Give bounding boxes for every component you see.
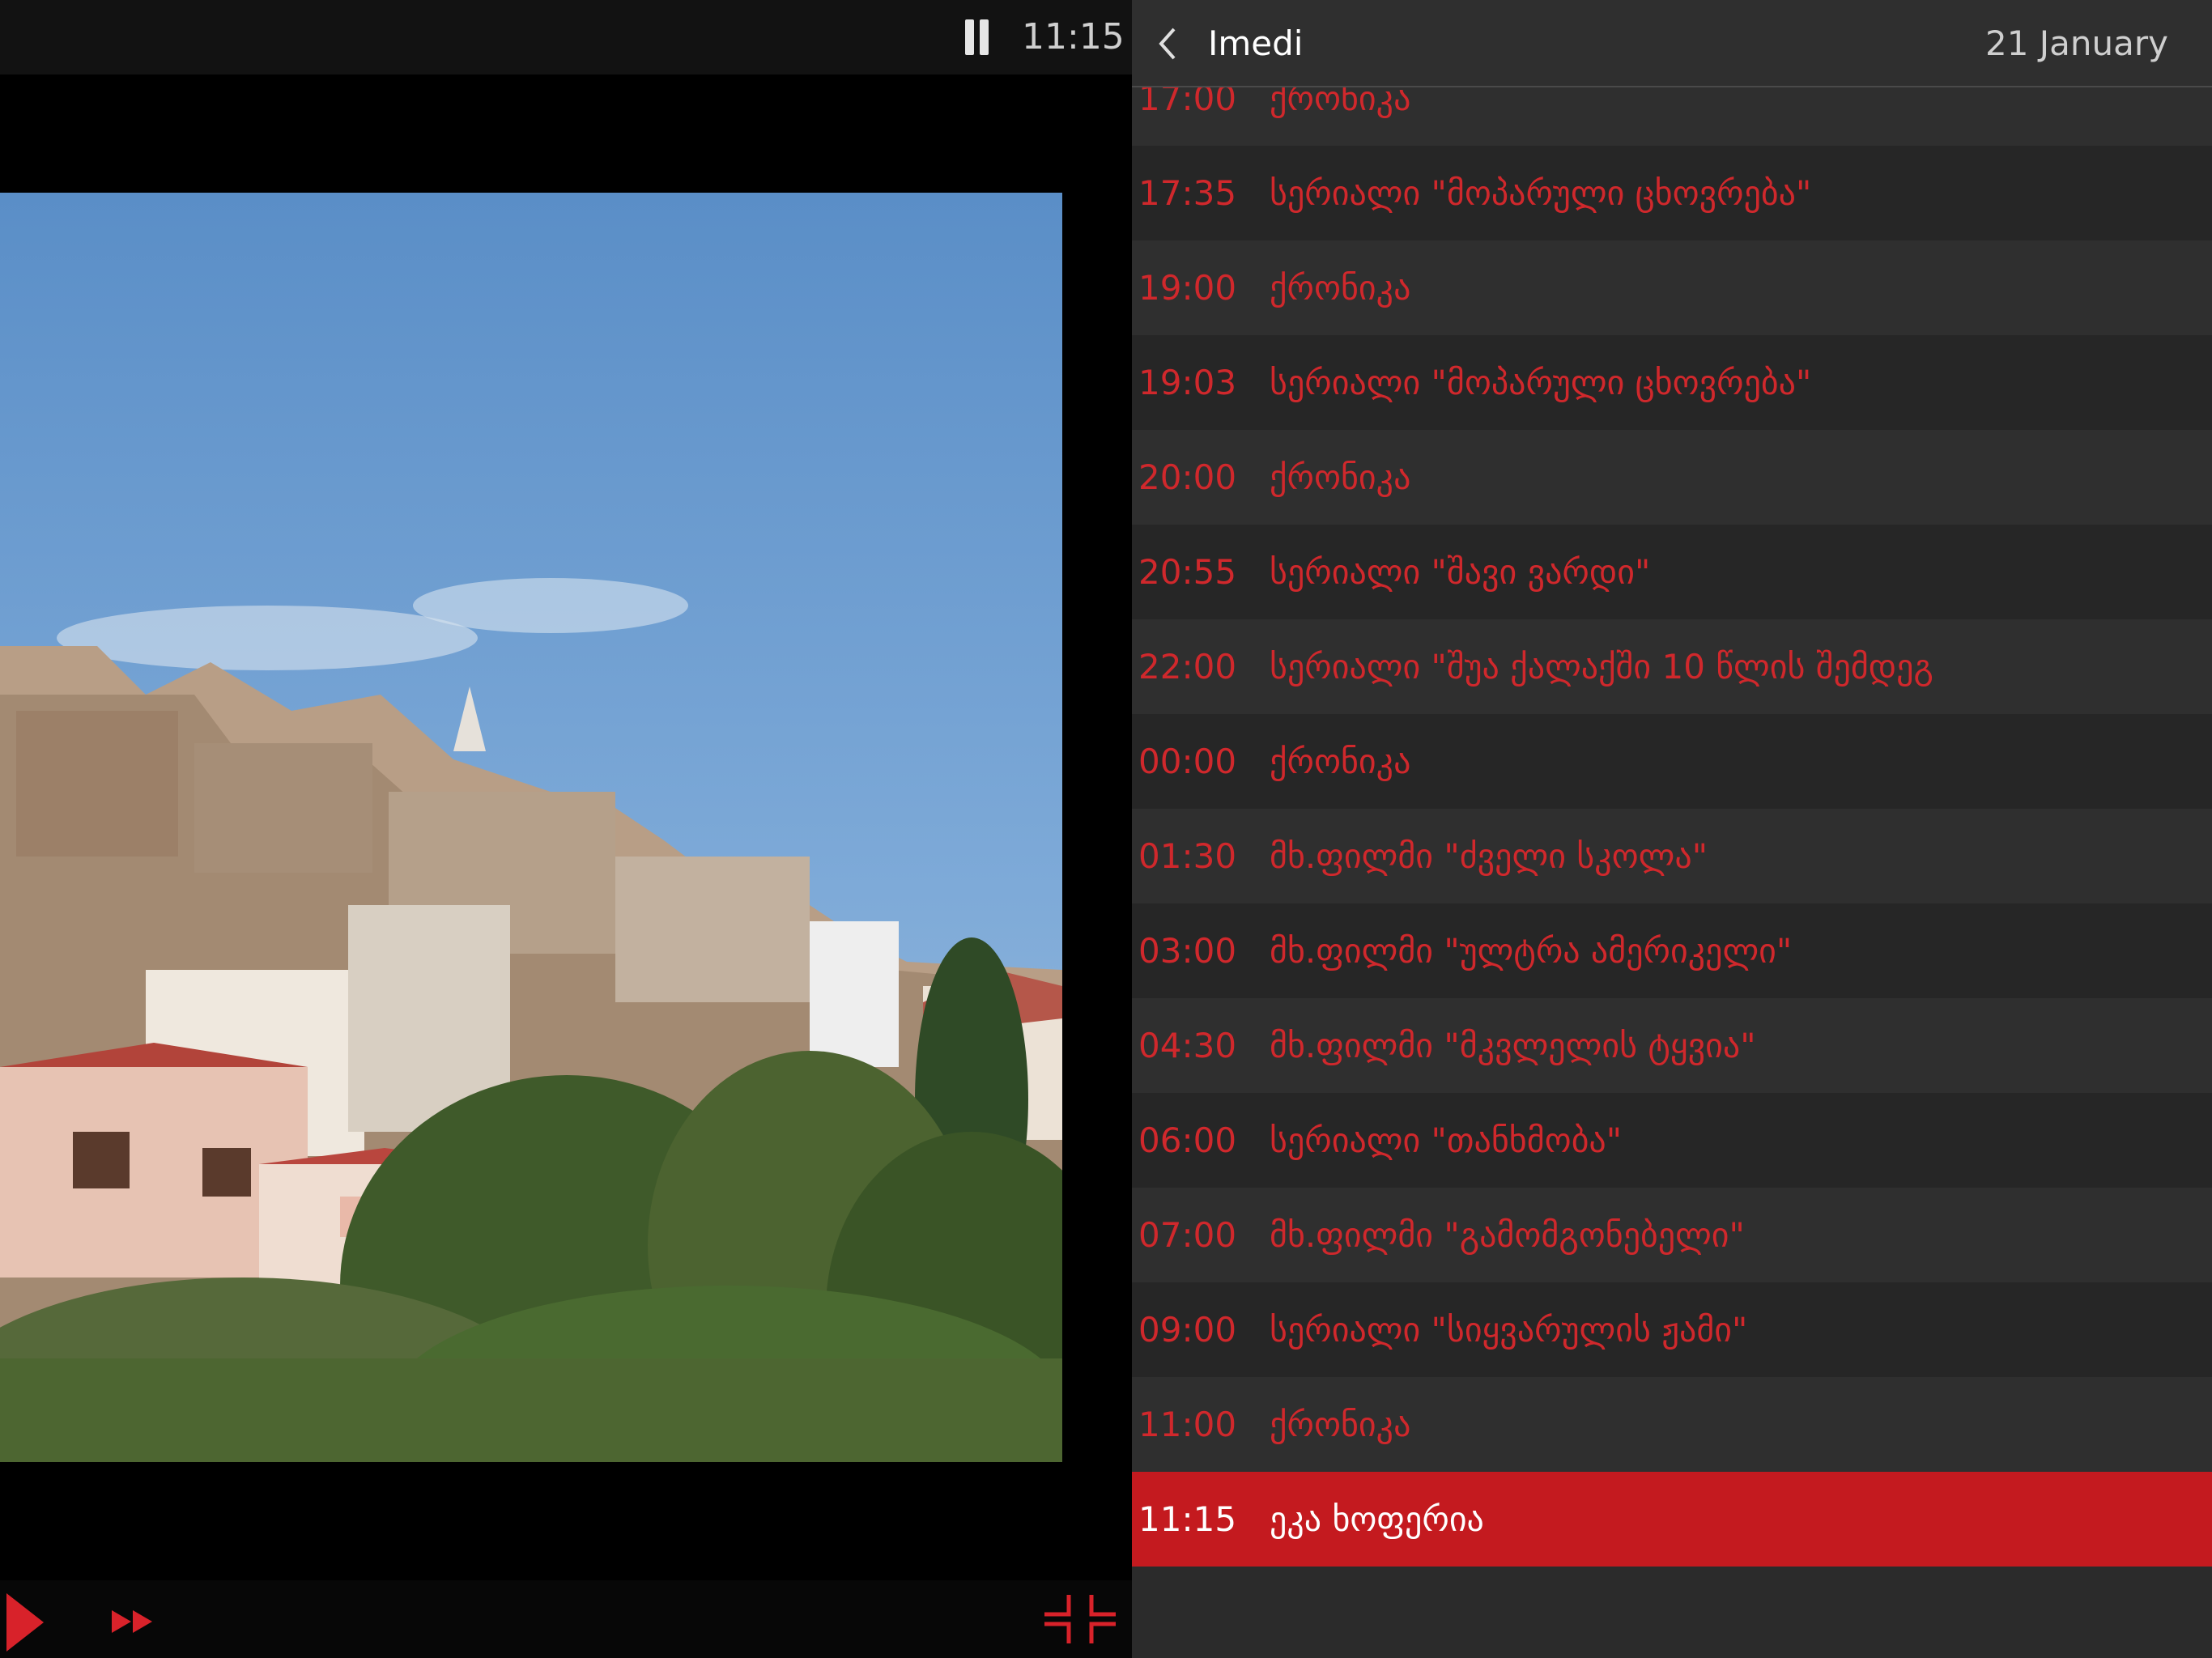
program-row[interactable]: 07:00 მხ.ფილმი "გამომგონებელი" <box>1132 1188 2212 1282</box>
program-time: 11:15 <box>1138 1499 1237 1539</box>
program-time: 09:00 <box>1138 1310 1237 1350</box>
program-row[interactable]: 04:30 მხ.ფილმი "მკვლელის ტყვია" <box>1132 998 2212 1093</box>
program-title: ეკა ხოფერია <box>1270 1499 1484 1539</box>
program-time: 11:00 <box>1138 1405 1237 1444</box>
program-time: 01:30 <box>1138 836 1237 876</box>
program-title: ქრონიკა <box>1270 268 1411 308</box>
program-title: ქრონიკა <box>1270 742 1411 781</box>
program-time: 07:00 <box>1138 1215 1237 1255</box>
program-title: მხ.ფილმი "ძველი სკოლა" <box>1270 836 1708 876</box>
program-title: მხ.ფილმი "გამომგონებელი" <box>1270 1215 1745 1255</box>
program-row[interactable]: 09:00 სერიალი "სიყვარულის ჟამი" <box>1132 1282 2212 1377</box>
program-row[interactable]: 22:00 სერიალი "შუა ქალაქში 10 წლის შემდეგ <box>1132 619 2212 714</box>
program-row[interactable]: 06:00 სერიალი "თანხმობა" <box>1132 1093 2212 1188</box>
program-title: მხ.ფილმი "მკვლელის ტყვია" <box>1270 1026 1756 1065</box>
program-time: 20:00 <box>1138 457 1237 497</box>
video-frame[interactable] <box>0 193 1062 1462</box>
program-row[interactable]: 19:00 ქრონიკა <box>1132 240 2212 335</box>
program-row[interactable]: 20:55 სერიალი "შავი ვარდი" <box>1132 525 2212 619</box>
program-row[interactable]: 20:00 ქრონიკა <box>1132 430 2212 525</box>
program-title: სერიალი "მოპარული ცხოვრება" <box>1270 173 1812 213</box>
pause-icon <box>965 19 974 55</box>
program-title: ქრონიკა <box>1270 457 1411 497</box>
video-player[interactable]: 11:15 <box>0 0 1132 1658</box>
player-bottom-bar <box>0 1580 1132 1658</box>
program-row[interactable]: 01:30 მხ.ფილმი "ძველი სკოლა" <box>1132 809 2212 903</box>
program-row[interactable]: 11:00 ქრონიკა <box>1132 1377 2212 1472</box>
program-schedule: Imedi 21 January 16:00სერიალი "თანხმობა"… <box>1132 0 2212 1658</box>
program-list[interactable]: 16:00სერიალი "თანხმობა"17:00ქრონიკა17:35… <box>1132 0 2212 1567</box>
program-row-current[interactable]: 11:15 ეკა ხოფერია <box>1132 1472 2212 1567</box>
program-row[interactable]: 00:00 ქრონიკა <box>1132 714 2212 809</box>
program-time: 22:00 <box>1138 647 1237 687</box>
player-top-bar: 11:15 <box>0 0 1132 74</box>
program-time: 19:03 <box>1138 363 1237 402</box>
pause-button[interactable] <box>962 19 991 55</box>
player-clock: 11:15 <box>1022 16 1125 57</box>
program-time: 20:55 <box>1138 552 1237 592</box>
video-still-image <box>0 193 1062 1462</box>
program-title: სერიალი "შავი ვარდი" <box>1270 552 1651 592</box>
program-row[interactable]: 03:00 მხ.ფილმი "ულტრა ამერიკელი" <box>1132 903 2212 998</box>
program-title: მხ.ფილმი "ულტრა ამერიკელი" <box>1270 931 1793 971</box>
program-time: 04:30 <box>1138 1026 1237 1065</box>
program-row[interactable]: 17:35 სერიალი "მოპარული ცხოვრება" <box>1132 146 2212 240</box>
program-title: ქრონიკა <box>1270 1405 1411 1444</box>
program-time: 17:35 <box>1138 173 1237 213</box>
program-time: 06:00 <box>1138 1120 1237 1160</box>
fast-forward-icon[interactable] <box>112 1607 157 1636</box>
schedule-header: Imedi 21 January <box>1132 0 2212 87</box>
channel-name: Imedi <box>1208 23 1304 63</box>
program-row[interactable]: 19:03 სერიალი "მოპარული ცხოვრება" <box>1132 335 2212 430</box>
schedule-date: 21 January <box>1984 23 2168 63</box>
program-title: სერიალი "სიყვარულის ჟამი" <box>1270 1310 1748 1350</box>
program-time: 03:00 <box>1138 931 1237 971</box>
program-title: სერიალი "შუა ქალაქში 10 წლის შემდეგ <box>1270 647 1933 687</box>
play-icon[interactable] <box>6 1593 44 1652</box>
exit-fullscreen-icon[interactable] <box>1043 1592 1117 1647</box>
program-title: სერიალი "თანხმობა" <box>1270 1120 1623 1160</box>
program-time: 00:00 <box>1138 742 1237 781</box>
program-title: სერიალი "მოპარული ცხოვრება" <box>1270 363 1812 402</box>
program-time: 19:00 <box>1138 268 1237 308</box>
chevron-left-icon[interactable] <box>1151 23 1184 65</box>
